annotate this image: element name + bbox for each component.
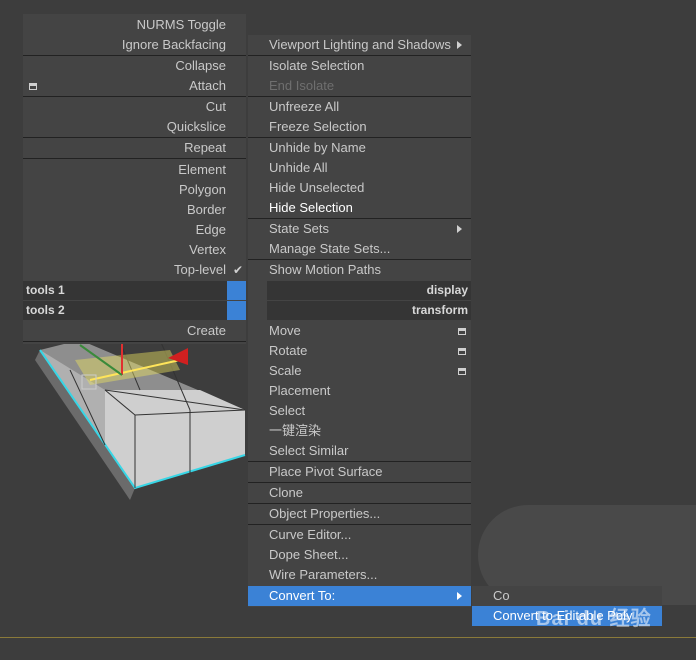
quad-title-display: display [267, 281, 471, 300]
quad-title-transform: transform [267, 301, 471, 320]
menu-item-element[interactable]: Element [23, 160, 246, 180]
menu-item-hide-selection[interactable]: Hide Selection [248, 198, 471, 218]
right-quad-menu: Viewport Lighting and Shadows Isolate Se… [248, 35, 471, 607]
menu-item-end-isolate: End Isolate [269, 78, 335, 93]
menu-item-cut[interactable]: Cut [23, 97, 246, 117]
menu-item-rotate[interactable]: Rotate [248, 341, 471, 361]
viewport-bottom-border [0, 637, 696, 638]
menu-item-isolate-selection[interactable]: Isolate Selection [248, 56, 471, 76]
menu-item-polygon[interactable]: Polygon [23, 180, 246, 200]
quad-center-square-bl[interactable] [227, 301, 246, 320]
menu-item-viewport-lighting[interactable]: Viewport Lighting and Shadows [248, 35, 471, 55]
quad-title-tools1: tools 1 [23, 281, 230, 300]
checkmark-icon: ✔ [232, 263, 243, 277]
menu-item-select-similar[interactable]: Select Similar [248, 441, 471, 461]
left-quad-menu: NURMS Toggle Ignore Backfacing Collapse … [23, 14, 246, 344]
menu-item-collapse[interactable]: Collapse [23, 56, 246, 76]
menu-item-ignore-backfacing[interactable]: Ignore Backfacing [23, 35, 246, 55]
viewport-3d-object [35, 335, 246, 500]
quad-title-tools2: tools 2 [23, 301, 230, 320]
settings-box-icon[interactable] [458, 328, 466, 335]
menu-separator [23, 158, 246, 159]
menu-item-quickslice[interactable]: Quickslice [23, 117, 246, 137]
menu-item-attach[interactable]: Attach [23, 76, 246, 96]
submenu-arrow-icon [457, 592, 462, 600]
menu-item-hide-unselected[interactable]: Hide Unselected [248, 178, 471, 198]
menu-item-clone[interactable]: Clone [248, 483, 471, 503]
menu-item-placement[interactable]: Placement [248, 381, 471, 401]
settings-box-icon[interactable] [29, 83, 37, 90]
menu-item-scale[interactable]: Scale [248, 361, 471, 381]
menu-item-show-motion-paths[interactable]: Show Motion Paths [248, 260, 471, 280]
menu-item-state-sets[interactable]: State Sets [248, 219, 471, 239]
menu-item-border[interactable]: Border [23, 200, 246, 220]
menu-item-dope-sheet[interactable]: Dope Sheet... [248, 545, 471, 565]
menu-item-place-pivot-surface[interactable]: Place Pivot Surface [248, 462, 471, 482]
menu-item-curve-editor[interactable]: Curve Editor... [248, 525, 471, 545]
menu-item-unfreeze-all[interactable]: Unfreeze All [248, 97, 471, 117]
watermark-logo: Bai du 经验 [536, 608, 652, 630]
settings-box-icon[interactable] [458, 348, 466, 355]
menu-item-move[interactable]: Move [248, 321, 471, 341]
menu-item-quick-render[interactable]: 一键渲染 [248, 421, 471, 441]
menu-item-object-properties[interactable]: Object Properties... [248, 504, 471, 524]
submenu-arrow-icon [457, 41, 462, 49]
menu-item-convert-to[interactable]: Convert To: [248, 586, 471, 606]
menu-item-unhide-by-name[interactable]: Unhide by Name [248, 138, 471, 158]
settings-box-icon[interactable] [458, 368, 466, 375]
submenu-arrow-icon [457, 225, 462, 233]
menu-item-nurms-toggle[interactable]: NURMS Toggle [23, 15, 246, 35]
menu-item-manage-state-sets[interactable]: Manage State Sets... [248, 239, 471, 259]
menu-item-unhide-all[interactable]: Unhide All [248, 158, 471, 178]
menu-item-vertex[interactable]: Vertex [23, 240, 246, 260]
menu-item-freeze-selection[interactable]: Freeze Selection [248, 117, 471, 137]
menu-separator [23, 341, 246, 342]
menu-item-top-level[interactable]: Top-level ✔ [23, 260, 246, 280]
menu-item-repeat[interactable]: Repeat [23, 138, 246, 158]
menu-item-select[interactable]: Select [248, 401, 471, 421]
menu-item-create[interactable]: Create [23, 321, 246, 341]
quad-center-square-tl[interactable] [227, 281, 246, 300]
menu-item-wire-parameters[interactable]: Wire Parameters... [248, 565, 471, 585]
menu-item-edge[interactable]: Edge [23, 220, 246, 240]
